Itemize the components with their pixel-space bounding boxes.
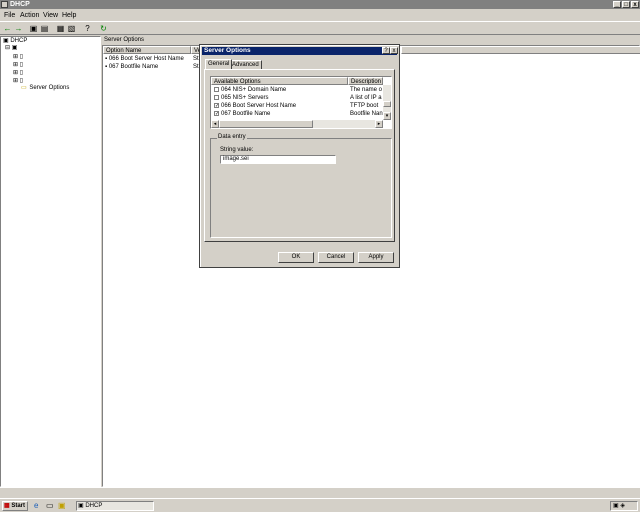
forward-icon[interactable]: →: [14, 24, 23, 33]
tree-node-3[interactable]: ⊞ ▯: [13, 70, 23, 77]
column-available-options[interactable]: Available Options: [211, 77, 348, 85]
ok-button[interactable]: OK: [278, 252, 314, 263]
menu-view[interactable]: View: [43, 12, 58, 20]
option-row-066[interactable]: ✓ 066 Boot Server Host Name TFTP boot: [212, 102, 390, 110]
option-row-064[interactable]: 064 NIS+ Domain Name The name o: [212, 86, 390, 94]
option-icon: ▪: [105, 64, 108, 70]
tree-selected-label: Server Options: [29, 85, 70, 91]
tree-root-dhcp[interactable]: ▣ DHCP: [3, 38, 27, 45]
tree-node-4[interactable]: ⊞ ▯: [13, 78, 23, 85]
tab-panel: Available Options Description 064 NIS+ D…: [204, 69, 395, 242]
dhcp-app-icon: [1, 1, 8, 8]
quicklaunch-ie-icon[interactable]: e: [34, 502, 38, 510]
option-icon: ▪: [105, 56, 108, 62]
menu-file[interactable]: File: [4, 12, 15, 20]
status-bar: [0, 487, 640, 497]
tree-item-server-options[interactable]: ▭ Server Options: [21, 85, 69, 92]
dialog-close-button[interactable]: x: [390, 47, 398, 54]
server-options-dialog: Server Options ? x General Advanced Avai…: [199, 44, 400, 268]
vertical-scrollbar[interactable]: ▾: [383, 85, 391, 120]
string-value-input[interactable]: image.sei: [220, 155, 336, 164]
dhcp-icon: ▣: [3, 38, 9, 44]
option-row-065[interactable]: 065 NIS+ Servers A list of IP a: [212, 94, 390, 102]
minimize-button[interactable]: _: [613, 1, 621, 8]
window-titlebar[interactable]: DHCP _ □ x: [0, 0, 640, 9]
tab-advanced[interactable]: Advanced: [229, 60, 262, 69]
dialog-help-button[interactable]: ?: [382, 47, 390, 54]
list-header-title: Server Options: [104, 37, 145, 43]
tree-node-2[interactable]: ⊞ ▯: [13, 62, 23, 69]
available-options-list[interactable]: Available Options Description 064 NIS+ D…: [210, 76, 392, 129]
volume-tray-icon[interactable]: ◈: [620, 503, 625, 509]
column-description[interactable]: Description: [348, 77, 383, 85]
refresh-icon[interactable]: ↻: [99, 24, 108, 33]
list-item-vendor: St: [193, 64, 199, 70]
cancel-button[interactable]: Cancel: [318, 252, 354, 263]
menu-bar: File Action View Help: [0, 11, 640, 21]
properties-icon[interactable]: ▧: [67, 24, 76, 33]
data-entry-label: Data entry: [217, 133, 247, 141]
export-list-icon[interactable]: ▦: [56, 24, 65, 33]
list-item[interactable]: ▪ 067 Bootfile Name: [105, 64, 158, 71]
taskbar-dhcp-button[interactable]: ▣ DHCP: [76, 501, 154, 511]
quicklaunch-desktop-icon[interactable]: ▭: [46, 502, 54, 510]
maximize-button[interactable]: □: [622, 1, 630, 8]
scroll-down-icon[interactable]: ▾: [383, 112, 391, 120]
column-blank: [401, 46, 640, 54]
scroll-thumb-h[interactable]: [219, 120, 313, 128]
dialog-title: Server Options: [204, 47, 251, 54]
scroll-right-icon[interactable]: ▸: [375, 120, 383, 128]
tree-node-1[interactable]: ⊞ ▯: [13, 54, 23, 61]
network-tray-icon[interactable]: ▣: [613, 503, 619, 509]
dialog-titlebar[interactable]: Server Options: [202, 47, 397, 55]
menu-help[interactable]: Help: [62, 12, 76, 20]
column-option-name[interactable]: Option Name: [103, 46, 191, 54]
menu-action[interactable]: Action: [20, 12, 39, 20]
tree-pane[interactable]: ▣ DHCP ⊟ ▣ ⊞ ▯ ⊞ ▯ ⊞ ▯ ⊞ ▯ ▭ Server Opti…: [0, 36, 101, 487]
taskbar: ▦ Start e ▭ ▣ ▣ DHCP ▣ ◈: [0, 498, 640, 512]
list-item-vendor: St: [193, 56, 199, 62]
start-button[interactable]: ▦ Start: [2, 501, 28, 511]
up-folder-icon[interactable]: ▣: [29, 24, 38, 33]
scroll-thumb[interactable]: [383, 101, 391, 107]
toolbar: ← → ▣ ▤ ▦ ▧ ? ↻: [0, 21, 640, 35]
scroll-left-icon[interactable]: ◂: [211, 120, 219, 128]
dhcp-task-icon: ▣: [78, 503, 84, 509]
tab-general[interactable]: General: [205, 59, 233, 69]
option-checkbox[interactable]: [214, 87, 219, 92]
system-tray: ▣ ◈: [610, 501, 638, 511]
show-tree-icon[interactable]: ▤: [40, 24, 49, 33]
list-item[interactable]: ▪ 066 Boot Server Host Name: [105, 56, 184, 63]
horizontal-scrollbar[interactable]: ◂ ▸: [211, 120, 383, 128]
option-checkbox[interactable]: ✓: [214, 111, 219, 117]
option-checkbox[interactable]: [214, 95, 219, 100]
folder-icon: ▭: [21, 85, 27, 91]
close-button[interactable]: x: [631, 1, 639, 8]
windows-logo-icon: ▦: [4, 503, 10, 509]
back-icon[interactable]: ←: [3, 24, 12, 33]
string-value-label: String value:: [220, 147, 254, 153]
quicklaunch-explorer-icon[interactable]: ▣: [58, 502, 66, 510]
help-icon[interactable]: ?: [83, 24, 92, 33]
option-checkbox[interactable]: ✓: [214, 103, 219, 109]
option-row-067[interactable]: ✓ 067 Bootfile Name Bootfile Nan: [212, 110, 390, 118]
apply-button[interactable]: Apply: [358, 252, 394, 263]
window-title: DHCP: [10, 1, 30, 8]
tree-server-node[interactable]: ⊟ ▣: [5, 45, 17, 52]
data-entry-group: Data entry String value: image.sei: [210, 133, 392, 238]
tree-root-label: DHCP: [10, 38, 28, 44]
